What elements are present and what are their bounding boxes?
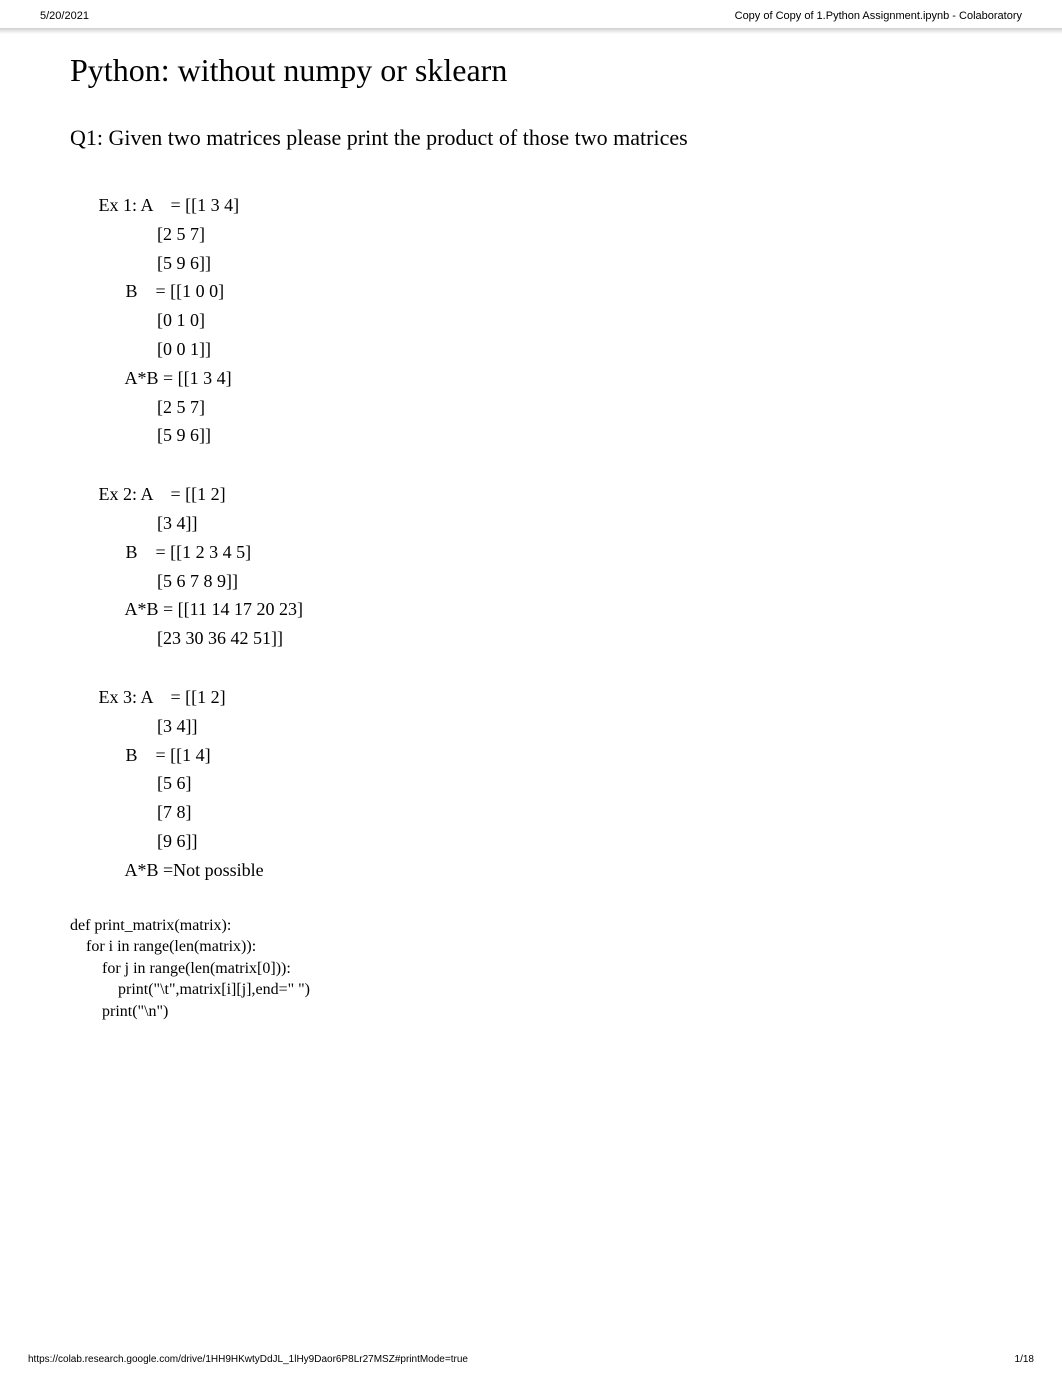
- header-title: Copy of Copy of 1.Python Assignment.ipyn…: [735, 10, 1022, 22]
- page-footer: https://colab.research.google.com/drive/…: [28, 1354, 1034, 1365]
- page-content: Python: without numpy or sklearn Q1: Giv…: [0, 52, 1062, 1023]
- example-1-block: Ex 1: A = [[1 3 4] [2 5 7] [5 9 6]] B = …: [94, 191, 992, 450]
- page-header: 5/20/2021 Copy of Copy of 1.Python Assig…: [0, 0, 1062, 28]
- code-block: def print_matrix(matrix): for i in range…: [70, 915, 992, 1023]
- question-heading: Q1: Given two matrices please print the …: [70, 125, 992, 151]
- example-3-block: Ex 3: A = [[1 2] [3 4]] B = [[1 4] [5 6]…: [94, 683, 992, 885]
- example-2-block: Ex 2: A = [[1 2] [3 4]] B = [[1 2 3 4 5]…: [94, 480, 992, 653]
- document-title: Python: without numpy or sklearn: [70, 52, 992, 89]
- footer-url: https://colab.research.google.com/drive/…: [28, 1354, 468, 1365]
- header-date: 5/20/2021: [40, 10, 89, 22]
- header-divider: [0, 28, 1062, 34]
- footer-page-number: 1/18: [1015, 1354, 1034, 1365]
